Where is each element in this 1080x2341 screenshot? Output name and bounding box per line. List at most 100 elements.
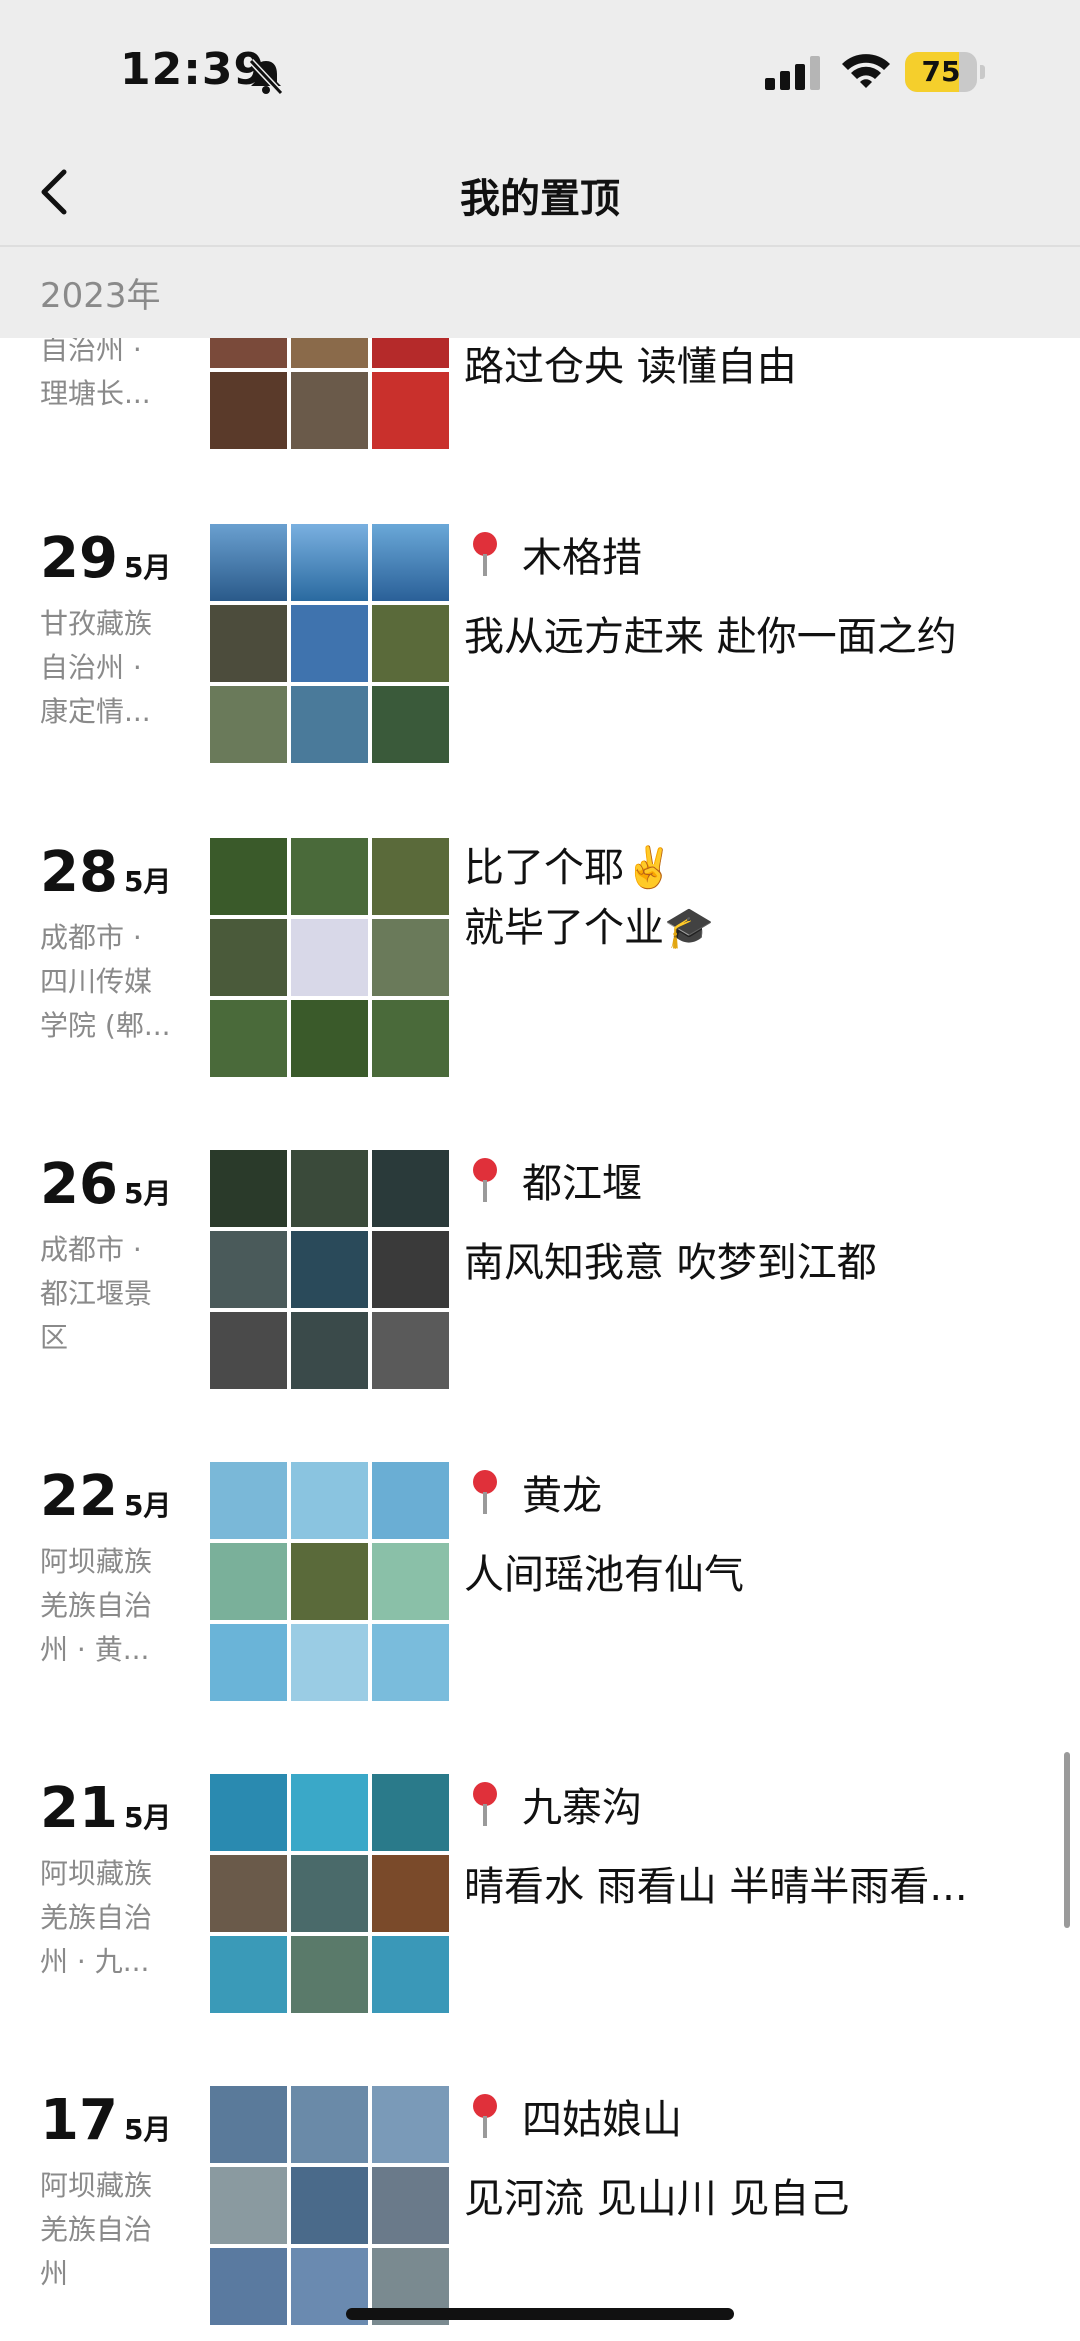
photo-thumb[interactable]	[210, 2086, 287, 2163]
photo-thumb[interactable]	[372, 1000, 449, 1077]
photo-thumb[interactable]	[210, 1312, 287, 1389]
photo-thumb[interactable]	[291, 2086, 368, 2163]
photo-thumb[interactable]	[210, 1231, 287, 1308]
photo-thumb[interactable]	[372, 838, 449, 915]
entry-place[interactable]: 九寨沟	[468, 1774, 642, 1834]
list-item[interactable]: 29 5月 甘孜藏族 自治州 · 康定情... 木格措 我从远方赶来 赴你一面之约	[0, 524, 1080, 764]
photo-thumb[interactable]	[372, 605, 449, 682]
photo-thumb[interactable]	[210, 2248, 287, 2325]
photo-grid[interactable]	[210, 524, 450, 764]
entry-caption-line: 就毕了个业🎓	[464, 905, 714, 951]
list-item[interactable]: 17 5月 阿坝藏族 羌族自治 州 四姑娘山 见河流 见山川 见自己	[0, 2086, 1080, 2326]
photo-thumb[interactable]	[291, 686, 368, 763]
photo-thumb[interactable]	[210, 2167, 287, 2244]
photo-thumb[interactable]	[372, 1150, 449, 1227]
photo-thumb[interactable]	[210, 605, 287, 682]
photo-thumb[interactable]	[210, 1936, 287, 2013]
nav-bar: 我的置顶	[0, 140, 1080, 246]
photo-thumb[interactable]	[372, 372, 449, 449]
entry-place[interactable]: 木格措	[468, 524, 642, 584]
entry-location: 成都市 · 都江堰景 区	[40, 1233, 153, 1354]
pinned-feed[interactable]: 自治州 · 理塘长... 路过仓央 读懂自由 29 5月 甘孜藏族 自治州 · 康…	[0, 0, 1080, 2341]
home-indicator[interactable]	[346, 2308, 734, 2320]
photo-thumb[interactable]	[291, 605, 368, 682]
entry-day: 22	[40, 1464, 118, 1529]
entry-place-name: 四姑娘山	[522, 2097, 682, 2143]
entry-month: 5月	[123, 1801, 172, 1834]
top-header: 12:39 75 我的置顶 2023年	[0, 0, 1080, 338]
battery-tip	[980, 65, 985, 79]
list-item[interactable]: 22 5月 阿坝藏族 羌族自治 州 · 黄... 黄龙 人间瑶池有仙气	[0, 1462, 1080, 1702]
entry-caption: 人间瑶池有仙气	[464, 1552, 744, 1598]
entry-month: 5月	[123, 865, 172, 898]
photo-thumb[interactable]	[372, 1231, 449, 1308]
photo-grid[interactable]	[210, 1462, 450, 1702]
location-pin-icon	[473, 2094, 497, 2138]
photo-grid[interactable]	[210, 838, 450, 1078]
photo-thumb[interactable]	[291, 2167, 368, 2244]
photo-thumb[interactable]	[291, 1312, 368, 1389]
photo-thumb[interactable]	[210, 1150, 287, 1227]
photo-thumb[interactable]	[210, 838, 287, 915]
photo-grid[interactable]	[210, 1150, 450, 1390]
entry-caption: 我从远方赶来 赴你一面之约	[464, 614, 957, 660]
entry-location: 阿坝藏族 羌族自治 州 · 九...	[40, 1857, 153, 1978]
photo-thumb[interactable]	[372, 1462, 449, 1539]
photo-thumb[interactable]	[291, 838, 368, 915]
photo-thumb[interactable]	[291, 1231, 368, 1308]
photo-thumb[interactable]	[210, 686, 287, 763]
photo-thumb[interactable]	[372, 1624, 449, 1701]
photo-thumb[interactable]	[210, 1543, 287, 1620]
battery-indicator: 75	[905, 52, 985, 92]
photo-thumb[interactable]	[291, 1000, 368, 1077]
photo-thumb[interactable]	[372, 686, 449, 763]
photo-thumb[interactable]	[291, 1543, 368, 1620]
battery-icon: 75	[905, 52, 977, 92]
photo-thumb[interactable]	[210, 1624, 287, 1701]
photo-thumb[interactable]	[291, 1855, 368, 1932]
photo-thumb[interactable]	[372, 1936, 449, 2013]
photo-thumb[interactable]	[372, 1855, 449, 1932]
photo-thumb[interactable]	[210, 372, 287, 449]
photo-grid[interactable]	[210, 1774, 450, 2014]
entry-month: 5月	[123, 2113, 172, 2146]
photo-thumb[interactable]	[291, 919, 368, 996]
photo-thumb[interactable]	[291, 1150, 368, 1227]
battery-percent: 75	[921, 55, 961, 88]
entry-place[interactable]: 都江堰	[468, 1150, 642, 1210]
list-item[interactable]: 26 5月 成都市 · 都江堰景 区 都江堰 南风知我意 吹梦到江都	[0, 1150, 1080, 1390]
photo-thumb[interactable]	[372, 1774, 449, 1851]
entry-location: 阿坝藏族 羌族自治 州	[40, 2169, 153, 2290]
scrollbar[interactable]	[1064, 1752, 1070, 1928]
photo-thumb[interactable]	[291, 524, 368, 601]
entry-place[interactable]: 四姑娘山	[468, 2086, 682, 2146]
status-time: 12:39	[120, 44, 266, 95]
entry-caption: 晴看水 雨看山 半晴半雨看...	[464, 1864, 968, 1910]
photo-thumb[interactable]	[210, 919, 287, 996]
photo-thumb[interactable]	[372, 919, 449, 996]
photo-thumb[interactable]	[210, 1462, 287, 1539]
photo-thumb[interactable]	[372, 1312, 449, 1389]
location-pin-icon	[473, 1158, 497, 1202]
entry-day: 29	[40, 526, 118, 591]
photo-thumb[interactable]	[372, 524, 449, 601]
photo-thumb[interactable]	[291, 1624, 368, 1701]
photo-grid[interactable]	[210, 2086, 450, 2326]
photo-thumb[interactable]	[291, 1936, 368, 2013]
list-item[interactable]: 28 5月 成都市 · 四川传媒 学院 (郫... 比了个耶✌️ 就毕了个业🎓	[0, 838, 1080, 1078]
photo-thumb[interactable]	[372, 1543, 449, 1620]
photo-thumb[interactable]	[210, 1855, 287, 1932]
entry-place[interactable]: 黄龙	[468, 1462, 602, 1522]
photo-thumb[interactable]	[210, 524, 287, 601]
photo-thumb[interactable]	[291, 1774, 368, 1851]
photo-thumb[interactable]	[372, 2086, 449, 2163]
entry-day: 28	[40, 840, 118, 905]
entry-caption: 见河流 见山川 见自己	[464, 2176, 850, 2222]
photo-thumb[interactable]	[291, 1462, 368, 1539]
entry-date: 29 5月	[40, 524, 171, 594]
list-item[interactable]: 21 5月 阿坝藏族 羌族自治 州 · 九... 九寨沟 晴看水 雨看山 半晴半雨…	[0, 1774, 1080, 2014]
photo-thumb[interactable]	[210, 1000, 287, 1077]
photo-thumb[interactable]	[210, 1774, 287, 1851]
photo-thumb[interactable]	[291, 372, 368, 449]
photo-thumb[interactable]	[372, 2167, 449, 2244]
